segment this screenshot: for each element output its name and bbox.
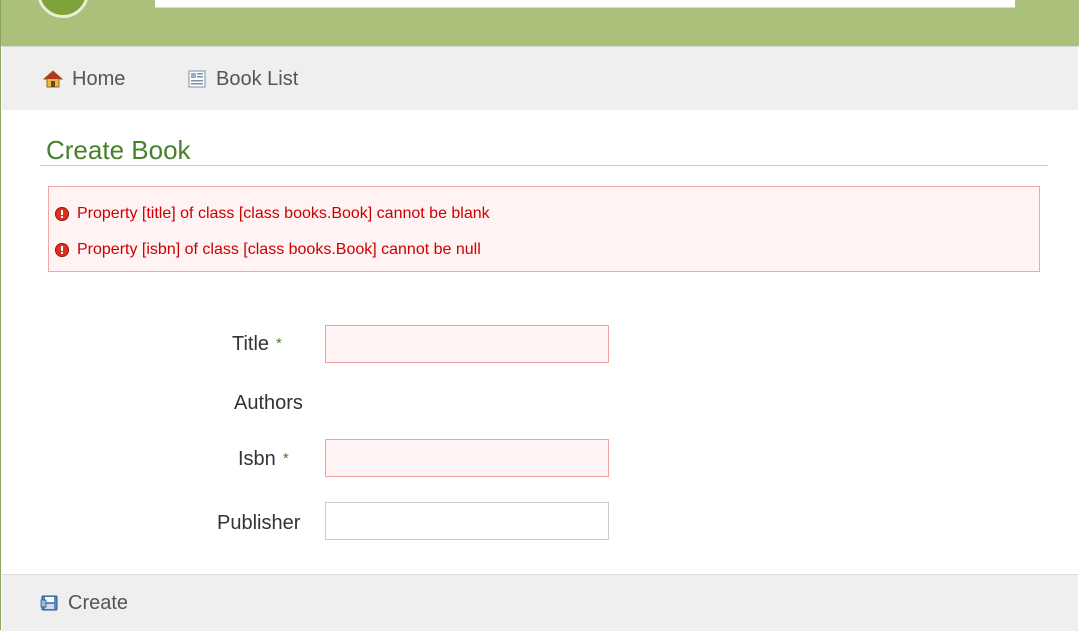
main-content: Create Book Property [title] of class [c… [2, 110, 1078, 574]
error-box: Property [title] of class [class books.B… [48, 186, 1040, 272]
error-text: Property [title] of class [class books.B… [77, 205, 490, 222]
authors-label: Authors [234, 392, 303, 415]
title-divider [40, 165, 1048, 166]
error-icon [55, 243, 69, 257]
header-strip [155, 0, 1015, 8]
title-input[interactable] [325, 325, 609, 363]
page-title: Create Book [46, 135, 191, 165]
logo [37, 0, 89, 18]
publisher-label: Publisher [217, 512, 300, 535]
app-frame: Home Book List Create Book Property [tit… [0, 0, 1079, 631]
nav-home-label: Home [72, 67, 126, 90]
error-message: Property [title] of class [class books.B… [55, 204, 490, 224]
isbn-label: Isbn * [238, 448, 289, 471]
save-icon [40, 595, 58, 611]
error-message: Property [isbn] of class [class books.Bo… [55, 240, 481, 260]
error-text: Property [isbn] of class [class books.Bo… [77, 241, 481, 258]
nav-book-list-link[interactable]: Book List [187, 67, 298, 91]
required-marker: * [282, 450, 289, 467]
title-label-text: Title [232, 333, 270, 355]
nav-book-list-label: Book List [216, 67, 299, 90]
title-label: Title * [232, 333, 282, 356]
nav-bar: Home Book List [2, 46, 1078, 110]
isbn-input[interactable] [325, 439, 609, 477]
home-icon [43, 70, 63, 88]
list-icon [188, 70, 206, 88]
publisher-label-text: Publisher [217, 512, 301, 534]
error-icon [55, 207, 69, 221]
button-bar: Create [2, 574, 1078, 631]
required-marker: * [276, 335, 282, 352]
authors-label-text: Authors [234, 392, 303, 414]
header-band [1, 0, 1079, 46]
nav-home-link[interactable]: Home [43, 67, 125, 91]
create-button[interactable]: Create [40, 590, 128, 616]
publisher-input[interactable] [325, 502, 609, 540]
create-button-label: Create [68, 591, 129, 614]
isbn-label-text: Isbn [238, 448, 276, 470]
